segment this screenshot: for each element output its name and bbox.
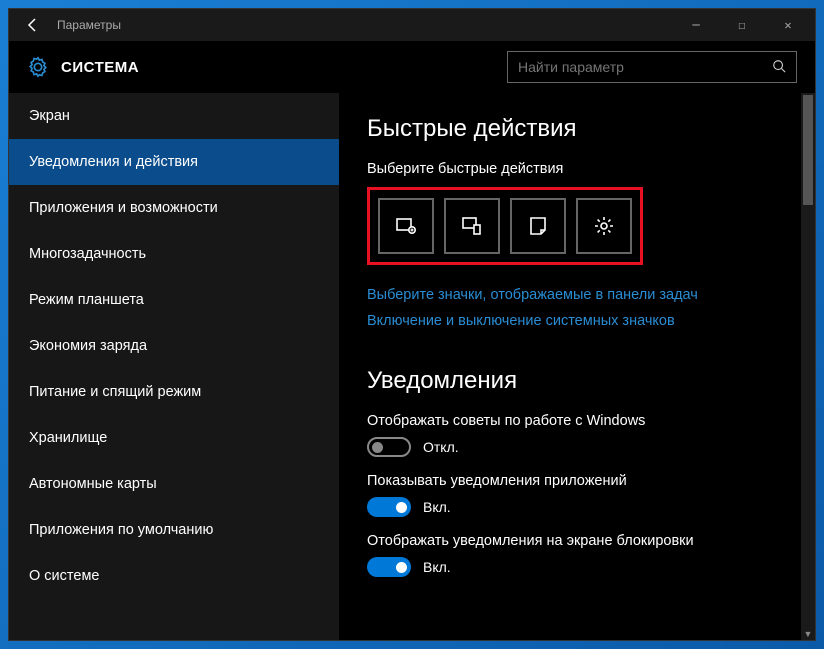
arrow-left-icon bbox=[25, 17, 41, 33]
scroll-thumb[interactable] bbox=[803, 95, 813, 205]
toggle-windows-tips: Отображать советы по работе с Windows От… bbox=[367, 413, 787, 457]
sidebar-item-label: О системе bbox=[29, 568, 99, 584]
notifications-title: Уведомления bbox=[367, 367, 787, 395]
search-box[interactable] bbox=[507, 51, 797, 83]
search-icon bbox=[772, 59, 786, 76]
tablet-mode-icon bbox=[394, 214, 418, 238]
sidebar-item-label: Питание и спящий режим bbox=[29, 384, 201, 400]
sidebar-item-label: Хранилище bbox=[29, 430, 107, 446]
toggle-state-text: Вкл. bbox=[423, 559, 451, 575]
toggle-switch[interactable] bbox=[367, 497, 411, 517]
scrollbar[interactable]: ▲ ▼ bbox=[801, 93, 815, 640]
sidebar-item-label: Режим планшета bbox=[29, 292, 144, 308]
connect-icon bbox=[460, 214, 484, 238]
sidebar-item-about[interactable]: О системе bbox=[9, 553, 339, 599]
header: СИСТЕМА bbox=[9, 41, 815, 93]
toggle-lockscreen-notifications: Отображать уведомления на экране блокиро… bbox=[367, 533, 787, 577]
quick-actions-subtitle: Выберите быстрые действия bbox=[367, 161, 787, 177]
sidebar-item-tablet-mode[interactable]: Режим планшета bbox=[9, 277, 339, 323]
maximize-button[interactable]: ☐ bbox=[719, 9, 765, 41]
quick-action-connect[interactable] bbox=[444, 198, 500, 254]
toggle-state-text: Откл. bbox=[423, 439, 459, 455]
gear-icon bbox=[27, 56, 49, 78]
quick-actions-title: Быстрые действия bbox=[367, 115, 787, 143]
toggle-switch[interactable] bbox=[367, 437, 411, 457]
window-title: Параметры bbox=[53, 18, 673, 32]
toggle-label: Показывать уведомления приложений bbox=[367, 473, 787, 489]
search-input[interactable] bbox=[518, 59, 772, 75]
sidebar-item-battery-saver[interactable]: Экономия заряда bbox=[9, 323, 339, 369]
sidebar-item-label: Приложения по умолчанию bbox=[29, 522, 213, 538]
back-button[interactable] bbox=[13, 9, 53, 41]
sidebar-item-apps[interactable]: Приложения и возможности bbox=[9, 185, 339, 231]
sidebar-item-label: Экран bbox=[29, 108, 70, 124]
link-taskbar-icons[interactable]: Выберите значки, отображаемые в панели з… bbox=[367, 287, 787, 303]
toggle-app-notifications: Показывать уведомления приложений Вкл. bbox=[367, 473, 787, 517]
sidebar-item-storage[interactable]: Хранилище bbox=[9, 415, 339, 461]
toggle-label: Отображать советы по работе с Windows bbox=[367, 413, 787, 429]
scroll-down-icon[interactable]: ▼ bbox=[803, 629, 813, 639]
quick-actions-row bbox=[367, 187, 643, 265]
page-title: СИСТЕМА bbox=[61, 59, 139, 76]
sidebar-item-label: Автономные карты bbox=[29, 476, 157, 492]
link-system-icons[interactable]: Включение и выключение системных значков bbox=[367, 313, 787, 329]
settings-icon bbox=[592, 214, 616, 238]
minimize-button[interactable]: ─ bbox=[673, 9, 719, 41]
sidebar-item-default-apps[interactable]: Приложения по умолчанию bbox=[9, 507, 339, 553]
sidebar-item-label: Экономия заряда bbox=[29, 338, 147, 354]
note-icon bbox=[526, 214, 550, 238]
toggle-label: Отображать уведомления на экране блокиро… bbox=[367, 533, 787, 549]
sidebar-item-offline-maps[interactable]: Автономные карты bbox=[9, 461, 339, 507]
toggle-state-text: Вкл. bbox=[423, 499, 451, 515]
content-pane: Быстрые действия Выберите быстрые действ… bbox=[339, 93, 815, 640]
close-button[interactable]: ✕ bbox=[765, 9, 811, 41]
quick-action-note[interactable] bbox=[510, 198, 566, 254]
sidebar: Экран Уведомления и действия Приложения … bbox=[9, 93, 339, 640]
quick-action-tablet-mode[interactable] bbox=[378, 198, 434, 254]
sidebar-item-label: Многозадачность bbox=[29, 246, 146, 262]
settings-window: Параметры ─ ☐ ✕ СИСТЕМА Экран Уведомлени… bbox=[8, 8, 816, 641]
quick-action-settings[interactable] bbox=[576, 198, 632, 254]
sidebar-item-power-sleep[interactable]: Питание и спящий режим bbox=[9, 369, 339, 415]
sidebar-item-multitasking[interactable]: Многозадачность bbox=[9, 231, 339, 277]
toggle-switch[interactable] bbox=[367, 557, 411, 577]
sidebar-item-display[interactable]: Экран bbox=[9, 93, 339, 139]
sidebar-item-label: Приложения и возможности bbox=[29, 200, 218, 216]
sidebar-item-label: Уведомления и действия bbox=[29, 154, 198, 170]
titlebar: Параметры ─ ☐ ✕ bbox=[9, 9, 815, 41]
sidebar-item-notifications[interactable]: Уведомления и действия bbox=[9, 139, 339, 185]
